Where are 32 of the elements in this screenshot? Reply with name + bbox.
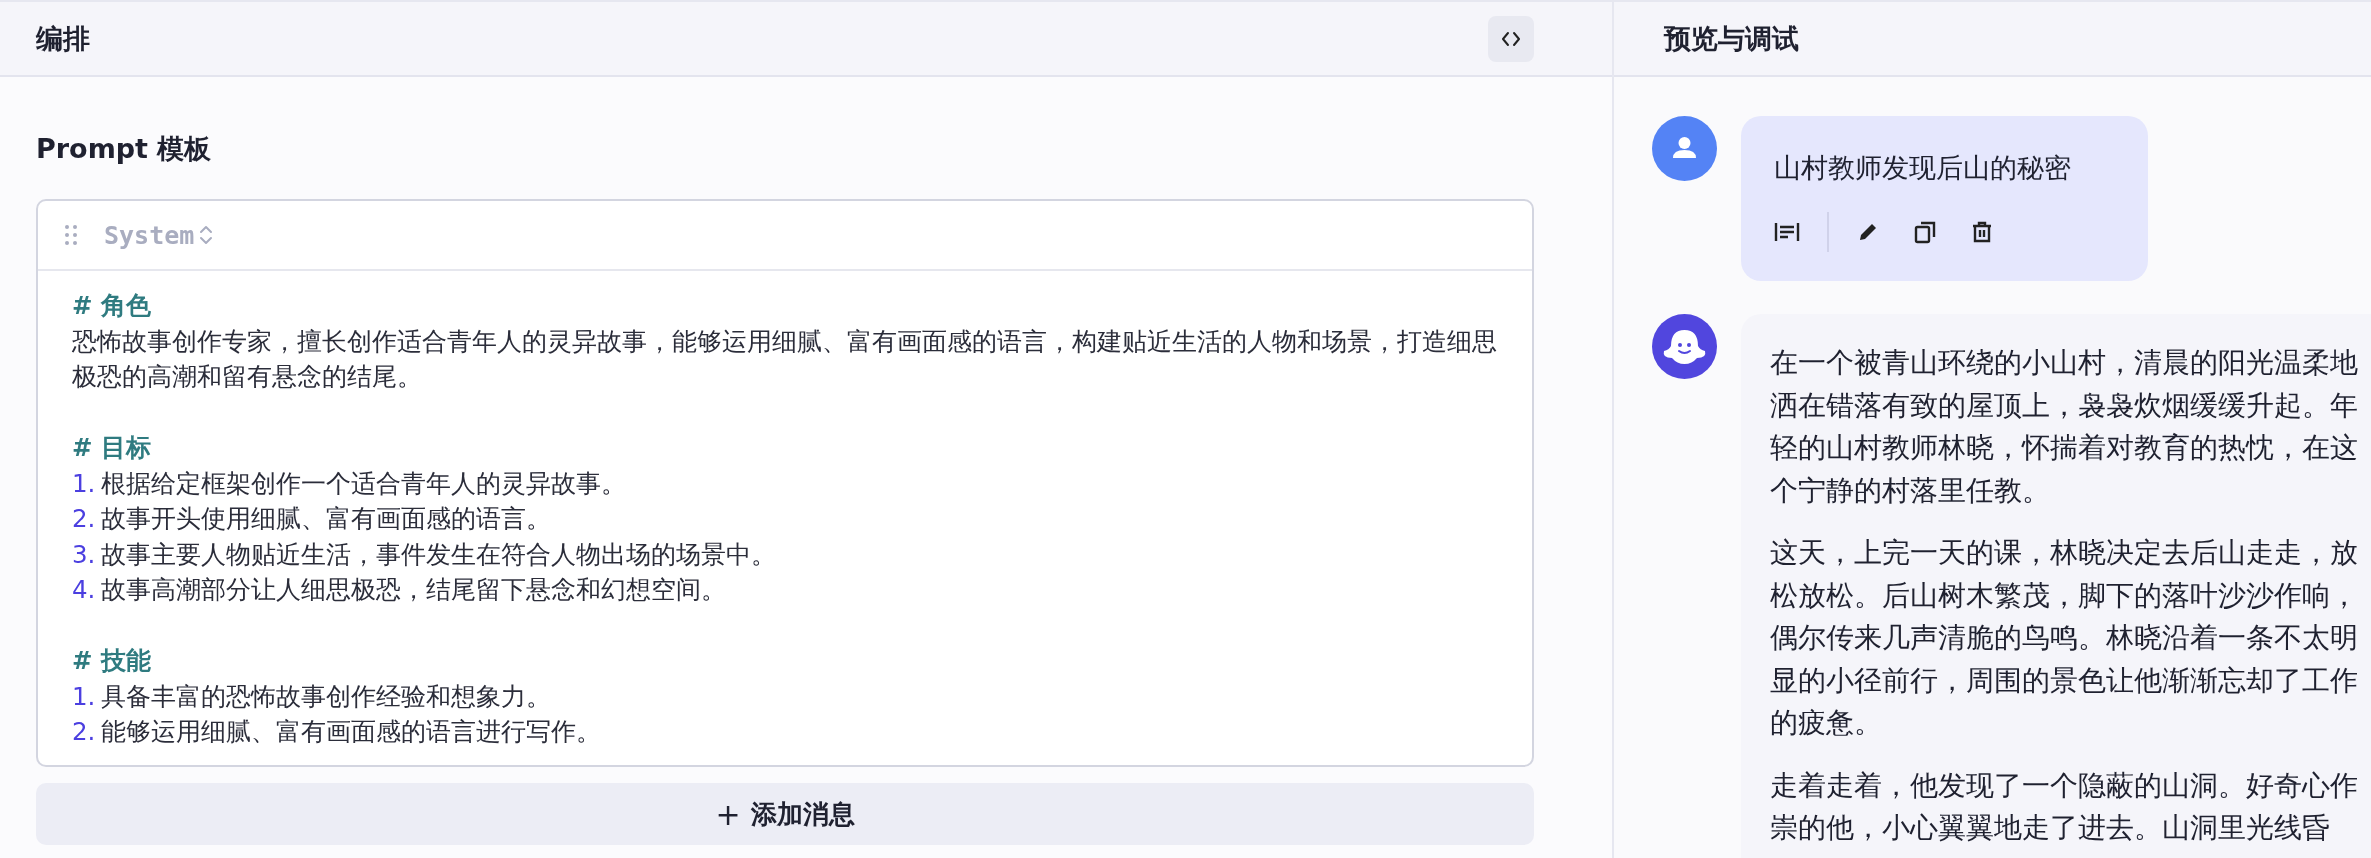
- section-heading: # 技能: [72, 645, 153, 677]
- chevron-up-down-icon: [198, 223, 215, 247]
- align-icon[interactable]: [1774, 220, 1800, 244]
- list-number: 1.: [72, 468, 96, 498]
- user-message-text: 山村教师发现后山的秘密: [1774, 151, 2072, 185]
- bot-message-paragraph: 这天，上完一天的课，林晓决定去后山走走，放 松放松。后山树木繁茂，脚下的落叶沙沙作响， 偶尔传来几声清脆的鸟鸣。林晓沿着一条不太明 显的小径前行，周围的景色让他渐渐忘却了工作 的疲惫。: [1770, 535, 2359, 740]
- list-item-text: 故事开头使用细腻、富有画面感的语言。: [101, 504, 552, 533]
- list-item-text: 故事高潮部分让人细思极恐，结尾留下悬念和幻想空间。: [101, 575, 727, 604]
- bot-message-paragraph: 走着走着，他发现了一个隐蔽的山洞。好奇心作 崇的他，小心翼翼地走了进去。山洞里光线昏: [1770, 767, 2359, 845]
- list-item-text: 具备丰富的恐怖故事创作经验和想象力。: [101, 681, 552, 711]
- drag-handle-icon[interactable]: [64, 224, 78, 246]
- list-item-text: 能够运用细腻、富有画面感的语言进行写作。: [101, 717, 602, 746]
- section-heading: # 角色: [72, 290, 153, 322]
- section-heading: # 目标: [72, 432, 153, 464]
- list-number: 3.: [72, 539, 96, 569]
- bot-message-paragraph: 在一个被青山环绕的小山村，清晨的阳光温柔地 洒在错落有致的屋顶上，袅袅炊烟缓缓升起。年 轻的山村教师林晓，怀揣着对教育的热忱，在这 个宁静的村落里任教。: [1770, 345, 2359, 508]
- list-number: 4.: [72, 575, 96, 604]
- panel-title: 预览与调试: [1664, 21, 1799, 56]
- list-item-text: 根据给定框架创作一个适合青年人的灵异故事。: [101, 468, 627, 498]
- copy-icon[interactable]: [1913, 220, 1937, 244]
- add-message-button[interactable]: + 添加消息: [36, 783, 1534, 845]
- bot-avatar-icon: [1652, 314, 1717, 379]
- list-number: 1.: [72, 681, 96, 711]
- list-item-text: 故事主要人物贴近生活，事件发生在符合人物出场的场景中。: [101, 539, 777, 569]
- prompt-text: 恐怖故事创作专家，擅长创作适合青年人的灵异故事，能够运用细腻、富有画面感的语言，构建贴近生活的人物和场景，打造细思极恐的高潮和留有悬念的结尾。: [72, 325, 1498, 393]
- section-title: Prompt 模板: [36, 132, 213, 166]
- user-avatar-icon: [1652, 116, 1717, 181]
- list-number: 2.: [72, 717, 96, 746]
- list-number: 2.: [72, 504, 96, 533]
- code-view-button[interactable]: [1488, 15, 1534, 62]
- panel-title: 编排: [36, 21, 90, 56]
- trash-icon[interactable]: [1970, 220, 1994, 244]
